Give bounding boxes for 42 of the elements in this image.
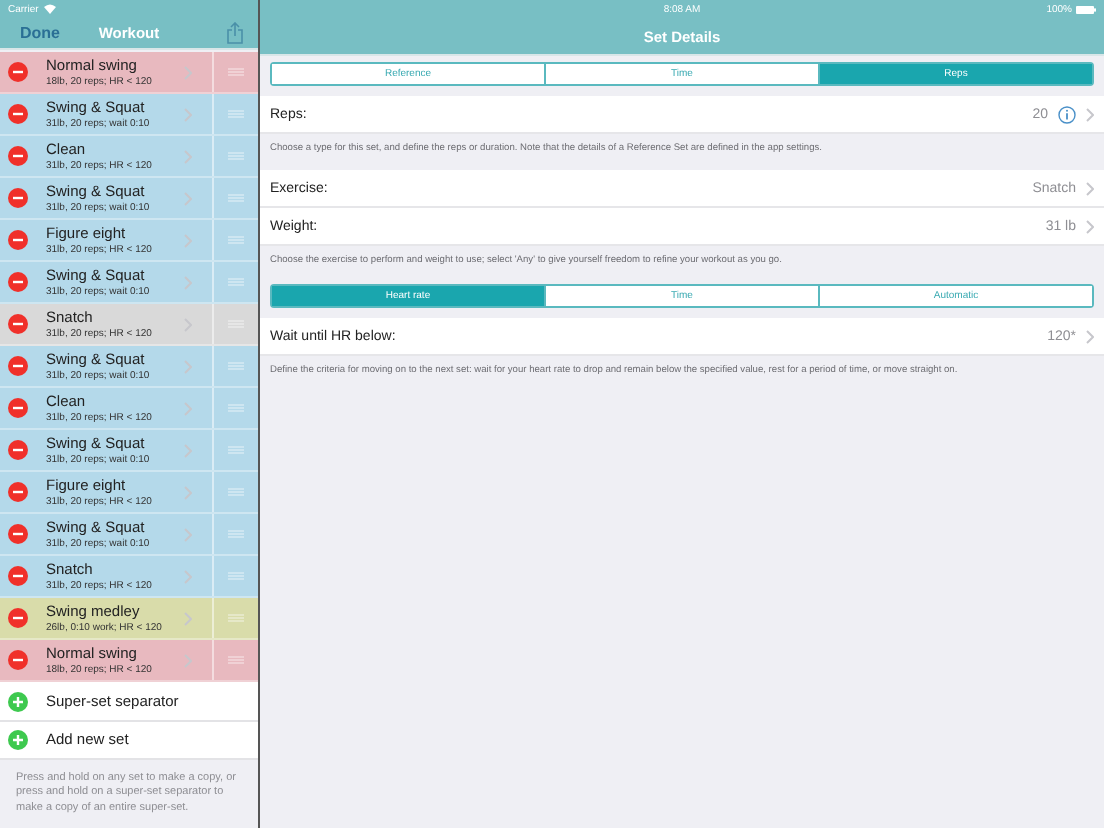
- delete-icon[interactable]: [8, 482, 28, 503]
- add-icon[interactable]: [8, 729, 28, 750]
- delete-icon[interactable]: [8, 566, 28, 587]
- delete-icon[interactable]: [8, 608, 28, 629]
- delete-icon[interactable]: [8, 440, 28, 461]
- delete-icon[interactable]: [8, 398, 28, 419]
- delete-icon[interactable]: [8, 314, 28, 335]
- delete-icon[interactable]: [8, 272, 28, 293]
- reorder-icon[interactable]: [228, 194, 244, 203]
- delete-icon[interactable]: [8, 104, 28, 125]
- delete-icon[interactable]: [8, 230, 28, 251]
- delete-icon[interactable]: [8, 188, 28, 209]
- reorder-icon[interactable]: [228, 656, 244, 665]
- delete-icon[interactable]: [8, 62, 28, 83]
- share-icon[interactable]: [226, 22, 244, 45]
- add-icon[interactable]: [8, 691, 28, 712]
- chevron-icon: [1086, 329, 1094, 343]
- delete-icon[interactable]: [8, 650, 28, 671]
- reorder-icon[interactable]: [228, 488, 244, 497]
- delete-icon[interactable]: [8, 356, 28, 377]
- delete-icon[interactable]: [8, 524, 28, 545]
- chevron-icon: [184, 653, 192, 668]
- reorder-icon[interactable]: [228, 152, 244, 161]
- reorder-icon[interactable]: [228, 530, 244, 539]
- reorder-icon[interactable]: [228, 614, 244, 623]
- info-icon[interactable]: [1058, 105, 1076, 123]
- wifi-icon: [44, 4, 57, 14]
- chevron-icon: [1086, 181, 1094, 195]
- reorder-icon[interactable]: [228, 446, 244, 455]
- reorder-icon[interactable]: [228, 572, 244, 581]
- reorder-icon[interactable]: [228, 68, 244, 77]
- reorder-icon[interactable]: [228, 362, 244, 371]
- chevron-icon: [184, 65, 192, 80]
- reorder-icon[interactable]: [228, 404, 244, 413]
- chevron-icon: [184, 611, 192, 626]
- reorder-icon[interactable]: [228, 278, 244, 287]
- battery-icon: [1075, 5, 1096, 13]
- chevron-icon: [1086, 219, 1094, 233]
- reorder-icon[interactable]: [228, 110, 244, 119]
- chevron-icon: [1086, 107, 1094, 121]
- delete-icon[interactable]: [8, 146, 28, 167]
- reorder-icon[interactable]: [228, 236, 244, 245]
